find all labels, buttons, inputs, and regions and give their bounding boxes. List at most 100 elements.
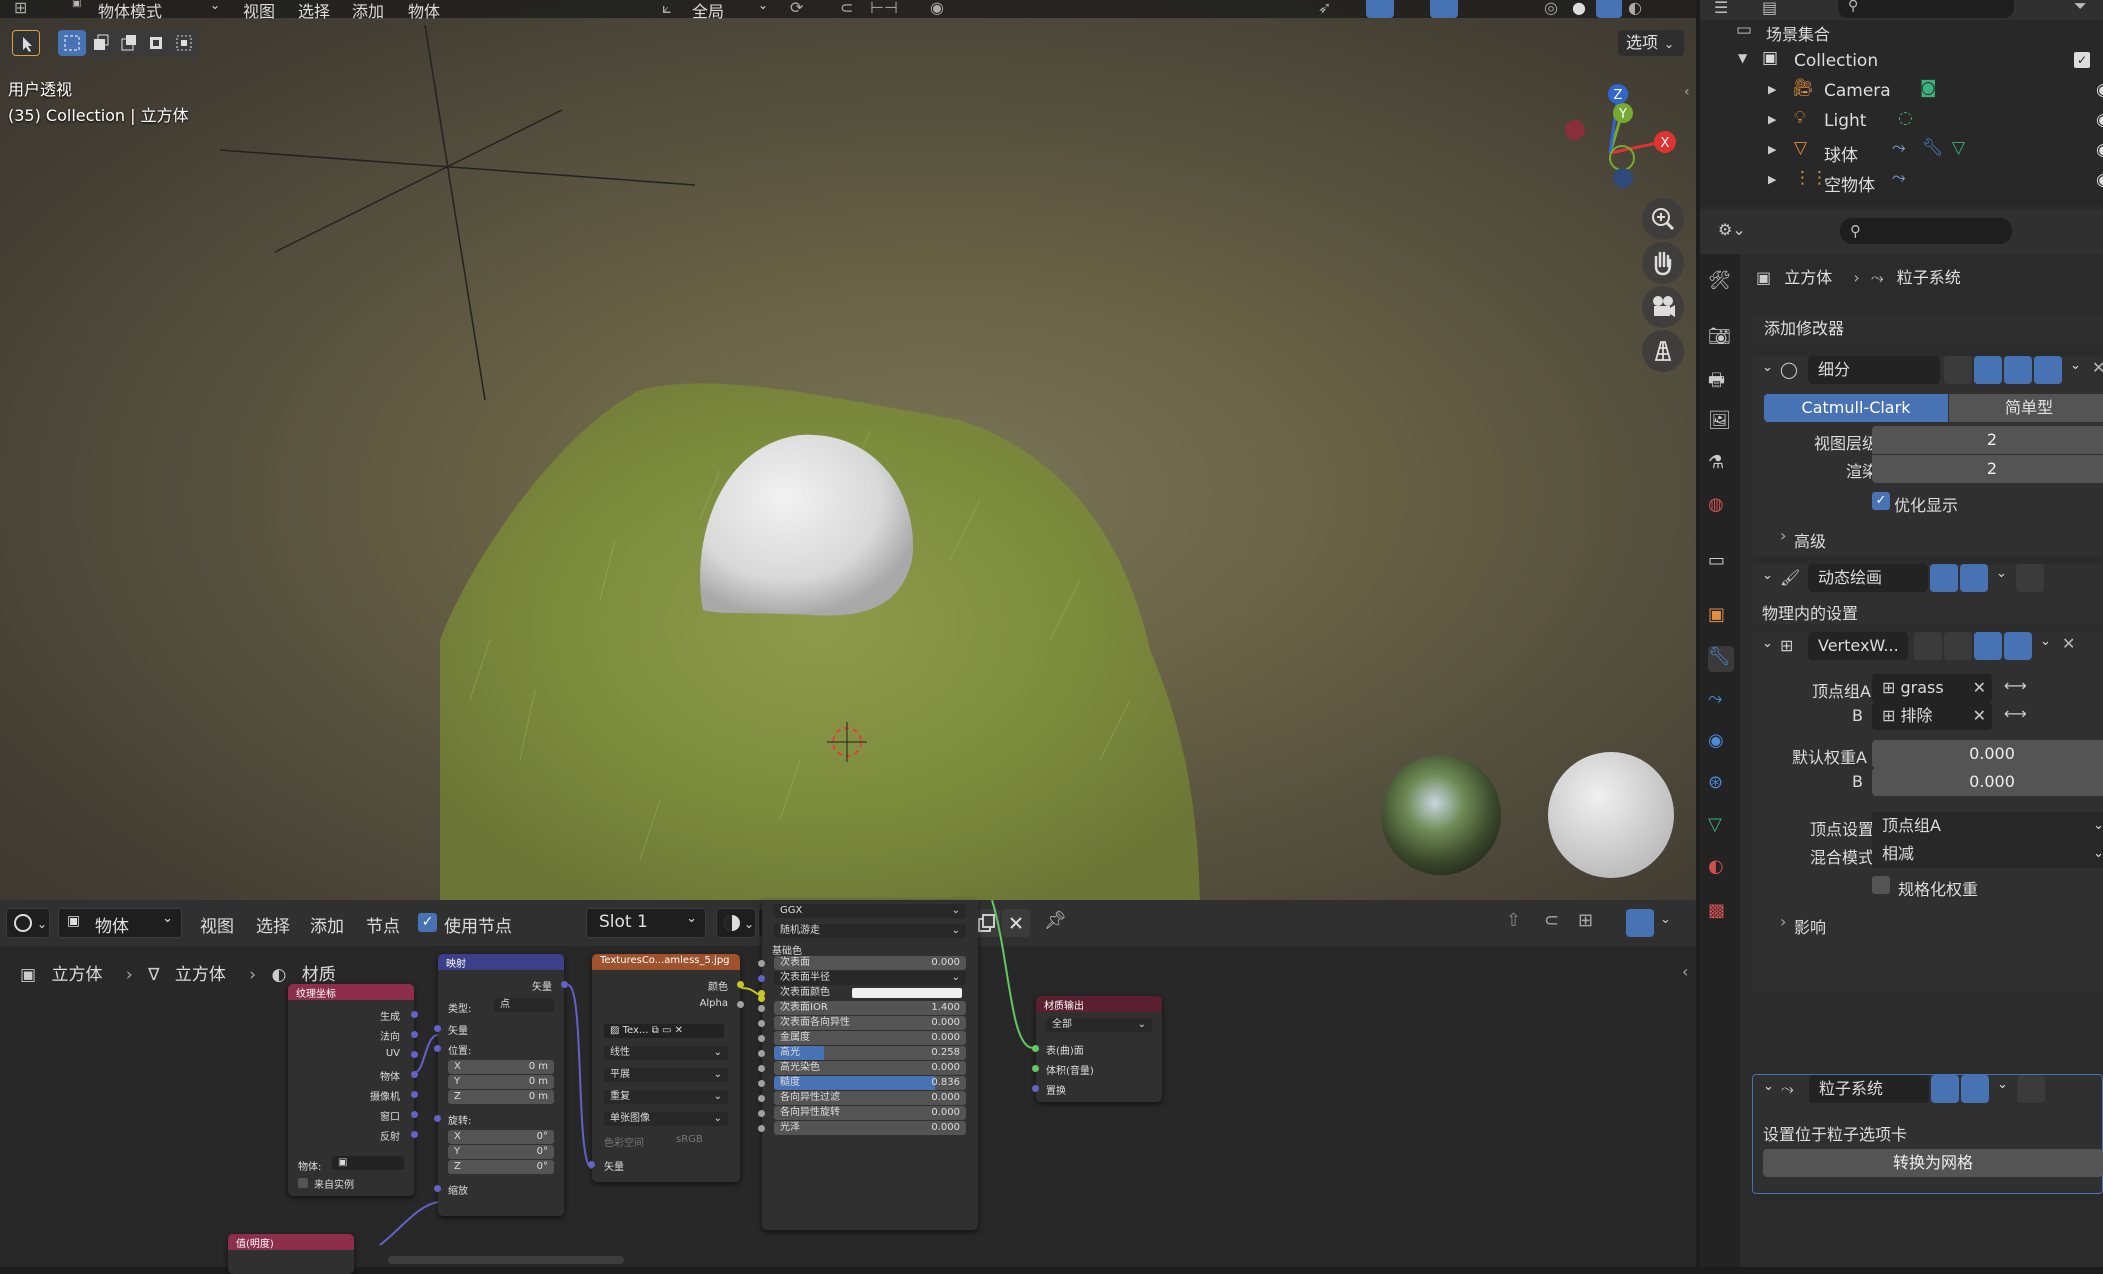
default-weight-b-field[interactable]: 0.000 xyxy=(1872,768,2103,796)
tab-material-icon[interactable]: ◐ xyxy=(1708,856,1734,882)
properties-editor[interactable]: ⚙⌄ ⚲ 🛠︎ 📷︎ 🖶︎ 🖼︎ ⚗︎ ◍ ▭ ▣ 🔧︎ ⤳ ◉ ⊛ ▽ ◐ ▩… xyxy=(1700,210,2103,1267)
socket[interactable] xyxy=(758,990,765,997)
menu-object[interactable]: 物体 xyxy=(408,0,440,22)
transform-orientation-select[interactable]: 全局 xyxy=(692,0,724,22)
expand-arrow-icon[interactable]: ▶ xyxy=(1768,113,1776,126)
close-icon[interactable]: ✕ xyxy=(2092,358,2103,377)
socket[interactable] xyxy=(758,1035,765,1042)
socket[interactable] xyxy=(758,1065,765,1072)
select-box-invert-button[interactable] xyxy=(142,30,170,56)
viewport-toggle[interactable] xyxy=(1931,1075,1959,1103)
rotation-y-field[interactable]: Y 0° xyxy=(448,1145,554,1159)
outliner[interactable]: ☰ ▤ ⚲ ⏷ ▭ 场景集合 ▼ ▣ Collection ✓ ▶ 🎥︎ Cam… xyxy=(1700,0,2103,206)
location-z-field[interactable]: Z0 m xyxy=(448,1090,554,1104)
socket[interactable] xyxy=(411,1031,418,1038)
editor-type-icon[interactable]: ⊞ xyxy=(14,0,27,17)
modifier-name-field[interactable]: VertexW... xyxy=(1808,632,1908,660)
socket[interactable] xyxy=(758,1110,765,1117)
catmull-clark-button[interactable]: Catmull-Clark xyxy=(1764,394,1948,422)
socket[interactable] xyxy=(758,1020,765,1027)
options-dropdown[interactable]: 选项 ⌄ xyxy=(1618,30,1684,56)
sidebar-toggle-chevron-icon[interactable]: ‹ xyxy=(1684,84,1690,100)
socket[interactable] xyxy=(758,1095,765,1102)
bsdf-input-field[interactable]: 高光 0.258 xyxy=(774,1046,966,1060)
bsdf-input-field[interactable]: 高光染色 0.000 xyxy=(774,1061,966,1075)
outliner-collection[interactable]: ▼ ▣ Collection ✓ xyxy=(1700,48,2103,78)
tab-output-icon[interactable]: 🖶︎ xyxy=(1708,368,1734,394)
mesh-data-icon[interactable]: ▽ xyxy=(1952,138,1965,158)
mix-mode-select[interactable]: 相减 ⌄ xyxy=(1872,840,2103,868)
select-box-new-button[interactable] xyxy=(58,30,86,56)
dropdown-chevron-icon[interactable]: ⌄ xyxy=(2040,634,2051,649)
chevron-right-icon[interactable]: › xyxy=(1780,912,1786,931)
socket[interactable] xyxy=(411,1011,418,1018)
render-levels-field[interactable]: 2 xyxy=(1872,455,2103,483)
select-box-intersect-button[interactable] xyxy=(170,30,198,56)
distribution-select[interactable]: GGX ⌄ xyxy=(774,904,966,918)
modifier-name-field[interactable]: 动态绘画 xyxy=(1808,564,1928,592)
collapse-chevron-icon[interactable]: ⌄ xyxy=(1763,1079,1774,1094)
solid-shading-icon[interactable]: ● xyxy=(1572,0,1586,17)
material-output-node[interactable]: 材质输出 全部 ⌄ 表(曲)面 体积(音量) 置换 xyxy=(1032,996,1162,1102)
socket[interactable] xyxy=(758,960,765,967)
menu-view[interactable]: 视图 xyxy=(243,0,275,22)
expand-arrow-icon[interactable]: ▼ xyxy=(1738,51,1747,65)
tab-view-layer-icon[interactable]: 🖼︎ xyxy=(1708,410,1734,436)
vertex-set-select[interactable]: 顶点组A ⌄ xyxy=(1872,812,2103,840)
extra-toggle[interactable] xyxy=(2016,564,2044,592)
socket[interactable] xyxy=(758,1005,765,1012)
close-icon[interactable]: ✕ xyxy=(2062,634,2075,653)
collapse-chevron-icon[interactable]: ⌄ xyxy=(1762,568,1773,583)
invert-arrows-icon[interactable]: ⟷ xyxy=(2004,676,2027,695)
select-box-subtract-button[interactable] xyxy=(114,30,142,56)
bsdf-input-field[interactable]: 糙度 0.836 xyxy=(774,1076,966,1090)
rendered-shading-icon[interactable]: ◐ xyxy=(1628,0,1642,17)
visibility-eye-icon[interactable]: ◉ xyxy=(2096,170,2103,190)
snap-icon[interactable]: ⊂ xyxy=(840,0,853,17)
socket[interactable] xyxy=(758,1080,765,1087)
rotation-x-field[interactable]: X 0° xyxy=(448,1130,554,1144)
snap-increment-icon[interactable]: ⊢⊣ xyxy=(870,0,898,17)
filter-icon[interactable]: ⏷ xyxy=(2074,0,2087,16)
expand-arrow-icon[interactable]: ▶ xyxy=(1768,143,1776,156)
socket[interactable] xyxy=(1032,1085,1039,1092)
levels-viewport-field[interactable]: 2 xyxy=(1872,426,2103,454)
socket[interactable] xyxy=(434,1025,441,1032)
socket[interactable] xyxy=(758,975,765,982)
dropdown-chevron-icon[interactable]: ⌄ xyxy=(2070,358,2081,373)
select-tool-button[interactable] xyxy=(12,30,40,56)
source-select[interactable]: 单张图像 ⌄ xyxy=(604,1112,728,1126)
subsurface-method-select[interactable]: 随机游走 ⌄ xyxy=(774,924,966,938)
influence-subpanel[interactable]: 影响 xyxy=(1794,914,1826,938)
socket[interactable] xyxy=(737,1001,744,1008)
pivot-icon[interactable]: ⟳ xyxy=(790,0,803,17)
collapse-chevron-icon[interactable]: ⌄ xyxy=(1762,360,1773,375)
ortho-toggle-button[interactable] xyxy=(1642,330,1684,372)
chevron-right-icon[interactable]: › xyxy=(1780,526,1786,545)
outliner-item-sphere[interactable]: ▶ ▽ 球体 ⤳ 🔧︎ ▽ ◉ xyxy=(1700,138,2103,168)
pan-button[interactable] xyxy=(1642,242,1684,284)
3d-viewport[interactable]: ⊞ ▣ 物体模式 ⌄ 视图 选择 添加 物体 ⟀ 全局 ⌄ ⟳ ⊂ ⊢⊣ ◉ ➶… xyxy=(0,0,1696,900)
socket[interactable] xyxy=(411,1111,418,1118)
menu-select[interactable]: 选择 xyxy=(298,0,330,22)
optimal-display-checkbox[interactable]: ✓ xyxy=(1872,492,1890,510)
viewport-toggle[interactable] xyxy=(2004,356,2032,384)
location-y-field[interactable]: Y0 m xyxy=(448,1075,554,1089)
bsdf-input-field[interactable]: 次表面半径 ⌄ xyxy=(774,971,966,985)
camera-data-icon[interactable]: ◙ xyxy=(1920,78,1937,98)
texture-coordinate-node[interactable]: 纹理坐标 生成 法向 UV 物体 摄像机 窗口 反射 物体: ▣ 来自实例 xyxy=(288,984,418,1196)
dropdown-chevron-icon[interactable]: ⌄ xyxy=(1996,566,2007,581)
viewport-toggle[interactable] xyxy=(1974,632,2002,660)
expand-arrow-icon[interactable]: ▶ xyxy=(1768,83,1776,96)
light-object[interactable] xyxy=(219,24,696,401)
edit-mode-toggle[interactable] xyxy=(1914,632,1942,660)
socket[interactable] xyxy=(1032,1045,1039,1052)
shader-editor[interactable]: ⌄ ▣ 物体 ⌄ 视图 选择 添加 节点 ✓ 使用节点 Slot 1 ⌄ ⌄ 材… xyxy=(0,900,1696,1274)
select-box-extend-button[interactable] xyxy=(86,30,114,56)
socket[interactable] xyxy=(1032,1065,1039,1072)
render-toggle[interactable] xyxy=(1961,1075,1989,1103)
modifier-name-field[interactable]: 细分 xyxy=(1808,356,1940,384)
wireframe-shading-icon[interactable]: ◎ xyxy=(1544,0,1558,17)
bsdf-input-field[interactable]: 光泽 0.000 xyxy=(774,1121,966,1135)
tab-world-icon[interactable]: ◍ xyxy=(1708,494,1734,520)
